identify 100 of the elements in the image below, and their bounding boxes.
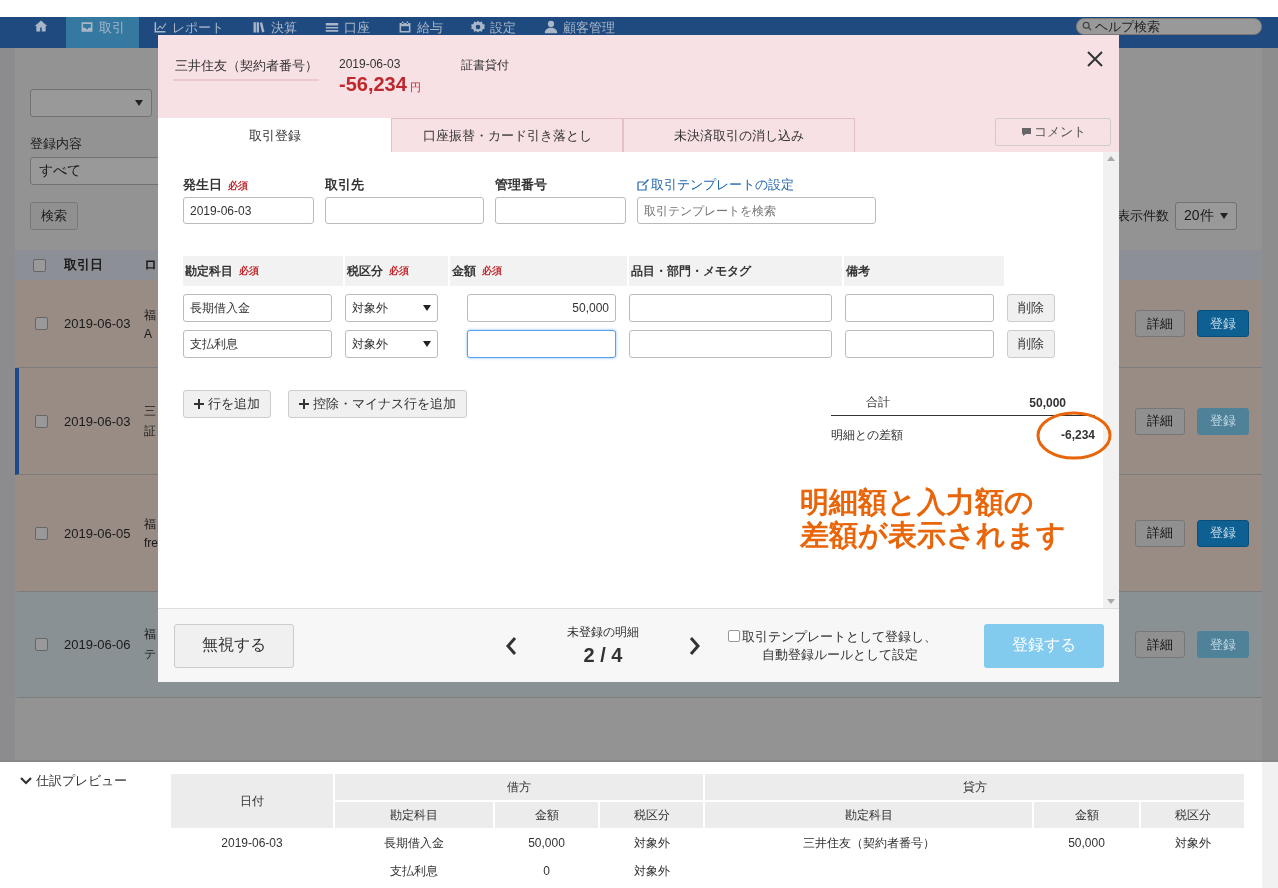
column-header: 日付 xyxy=(171,774,333,828)
detail-button[interactable]: 詳細 xyxy=(1135,310,1185,337)
gear-icon xyxy=(471,20,485,34)
checkbox[interactable] xyxy=(35,638,48,651)
amount: -56,234 xyxy=(339,73,407,96)
tab[interactable]: 未決済取引の消し込み xyxy=(623,118,855,152)
nav-tab[interactable]: 給与 xyxy=(384,17,457,48)
required-label: 必須 xyxy=(482,264,502,278)
column-header: 品目・部門・メモタグ xyxy=(631,262,751,280)
checkbox[interactable] xyxy=(33,258,46,272)
pager-label: 未登録の明細 xyxy=(567,624,639,641)
template-link[interactable]: 取引テンプレートの設定 xyxy=(637,176,876,194)
input-field[interactable] xyxy=(467,330,616,358)
close-button[interactable] xyxy=(1085,49,1105,69)
input-field[interactable]: 支払利息 xyxy=(183,330,332,358)
scrollbar[interactable] xyxy=(1103,152,1119,608)
difference-label: 明細との差額 xyxy=(831,426,904,444)
table-cell-text: 対象外 xyxy=(1173,834,1212,852)
column-header: 金額 xyxy=(452,262,476,280)
currency: 円 xyxy=(409,80,421,95)
account-name: 三井住友（契約者番号） xyxy=(173,57,319,81)
previous-button[interactable] xyxy=(504,634,518,657)
column-header: 勘定科目 xyxy=(705,802,1032,828)
column-header: 勘定科目 xyxy=(335,802,493,828)
nav-tab[interactable]: レポート xyxy=(139,17,238,48)
speech-bubble-icon xyxy=(1020,127,1032,137)
add-row-button[interactable]: 行を追加 xyxy=(183,390,271,418)
caret-icon xyxy=(135,100,143,106)
column-header: 借方 xyxy=(335,774,703,800)
nav-tab[interactable]: 決算 xyxy=(238,17,311,48)
search-field[interactable]: 取引テンプレートを検索 xyxy=(637,197,876,224)
required-label: 必須 xyxy=(239,264,259,278)
scroll-up-icon xyxy=(1107,156,1115,161)
home-icon xyxy=(34,19,48,33)
field-label: 管理番号 xyxy=(495,176,547,194)
table-cell: 証 xyxy=(144,422,156,440)
plus-icon xyxy=(299,399,309,409)
delete-button[interactable]: 削除 xyxy=(1007,330,1055,358)
column-header: 税区分 xyxy=(347,262,383,280)
required-label: 必須 xyxy=(228,179,248,193)
input-field[interactable] xyxy=(845,330,994,358)
tab[interactable]: 口座振替・カード引き落とし xyxy=(391,118,623,152)
description: 証書貸付 xyxy=(460,57,509,73)
dropdown[interactable] xyxy=(30,89,152,117)
lines-icon xyxy=(325,20,339,34)
pager-position: 2 / 4 xyxy=(583,644,623,667)
caret-icon xyxy=(423,341,431,347)
nav-tab[interactable]: 口座 xyxy=(311,17,384,48)
detail-button[interactable]: 詳細 xyxy=(1135,407,1185,435)
scrollbar[interactable] xyxy=(1262,48,1278,760)
table-cell-text: 対象外 xyxy=(632,862,671,880)
nav-tab[interactable]: 設定 xyxy=(457,17,530,48)
scroll-down-icon xyxy=(1107,599,1115,604)
table-cell-text: 0 xyxy=(542,863,551,880)
checkbox[interactable] xyxy=(35,414,48,428)
nav-tab[interactable]: 顧客管理 xyxy=(530,17,629,48)
table-cell: 福 xyxy=(144,626,156,643)
field-label: 表示件数 xyxy=(1117,207,1169,225)
input-field[interactable] xyxy=(845,294,994,322)
register-button[interactable]: 登録 xyxy=(1197,519,1249,547)
input-field[interactable] xyxy=(495,197,626,224)
checkbox[interactable] xyxy=(35,317,48,330)
table-cell-text: 2019-06-06 xyxy=(64,637,132,652)
detail-button[interactable]: 詳細 xyxy=(1135,631,1185,658)
table-cell-text: 三井住友（契約者番号） xyxy=(801,834,936,852)
search-icon xyxy=(1082,21,1092,31)
input-field[interactable]: 長期借入金 xyxy=(183,294,332,322)
table-cell-text: 2019-06-03 xyxy=(64,316,132,331)
comment-button[interactable]: コメント xyxy=(995,118,1111,146)
caret-icon xyxy=(1220,213,1228,219)
dropdown[interactable]: 対象外 xyxy=(345,330,438,358)
input-field[interactable] xyxy=(325,197,484,224)
chart-icon xyxy=(153,20,167,34)
search-button[interactable]: 検索 xyxy=(30,202,78,230)
tab[interactable]: 取引登録 xyxy=(158,118,391,152)
detail-button[interactable]: 詳細 xyxy=(1135,519,1185,547)
checkbox[interactable] xyxy=(35,526,48,540)
table-cell-text: 福 xyxy=(144,516,157,533)
input-field[interactable] xyxy=(629,294,832,322)
register-button[interactable]: 登録 xyxy=(1197,310,1249,337)
input-field[interactable]: 50,000 xyxy=(467,294,616,322)
table-cell: 福 xyxy=(144,306,156,324)
dropdown[interactable]: 20件 xyxy=(1175,202,1237,230)
checkbox[interactable] xyxy=(728,629,740,642)
field-label: 取引先 xyxy=(325,176,364,194)
column-header: 金額 xyxy=(495,802,598,828)
table-cell-text: 2019-06-05 xyxy=(64,525,132,541)
annotation-text: 明細額と入力額の 差額が表示されます xyxy=(800,486,1067,552)
scrollbar[interactable] xyxy=(1262,762,1278,888)
ignore-button[interactable]: 無視する xyxy=(174,623,294,668)
next-button[interactable] xyxy=(688,634,702,657)
caret-icon xyxy=(423,305,431,311)
dropdown[interactable]: 対象外 xyxy=(345,294,438,322)
input-field[interactable] xyxy=(629,330,832,358)
delete-button[interactable]: 削除 xyxy=(1007,294,1055,322)
preview-toggle[interactable]: 仕訳プレビュー xyxy=(20,772,127,790)
add-row-button[interactable]: 控除・マイナス行を追加 xyxy=(288,390,467,418)
input-field[interactable]: 2019-06-03 xyxy=(183,197,314,224)
search-field[interactable]: ヘルプ検索 xyxy=(1076,18,1262,35)
column-header: 取引日 xyxy=(64,256,104,274)
